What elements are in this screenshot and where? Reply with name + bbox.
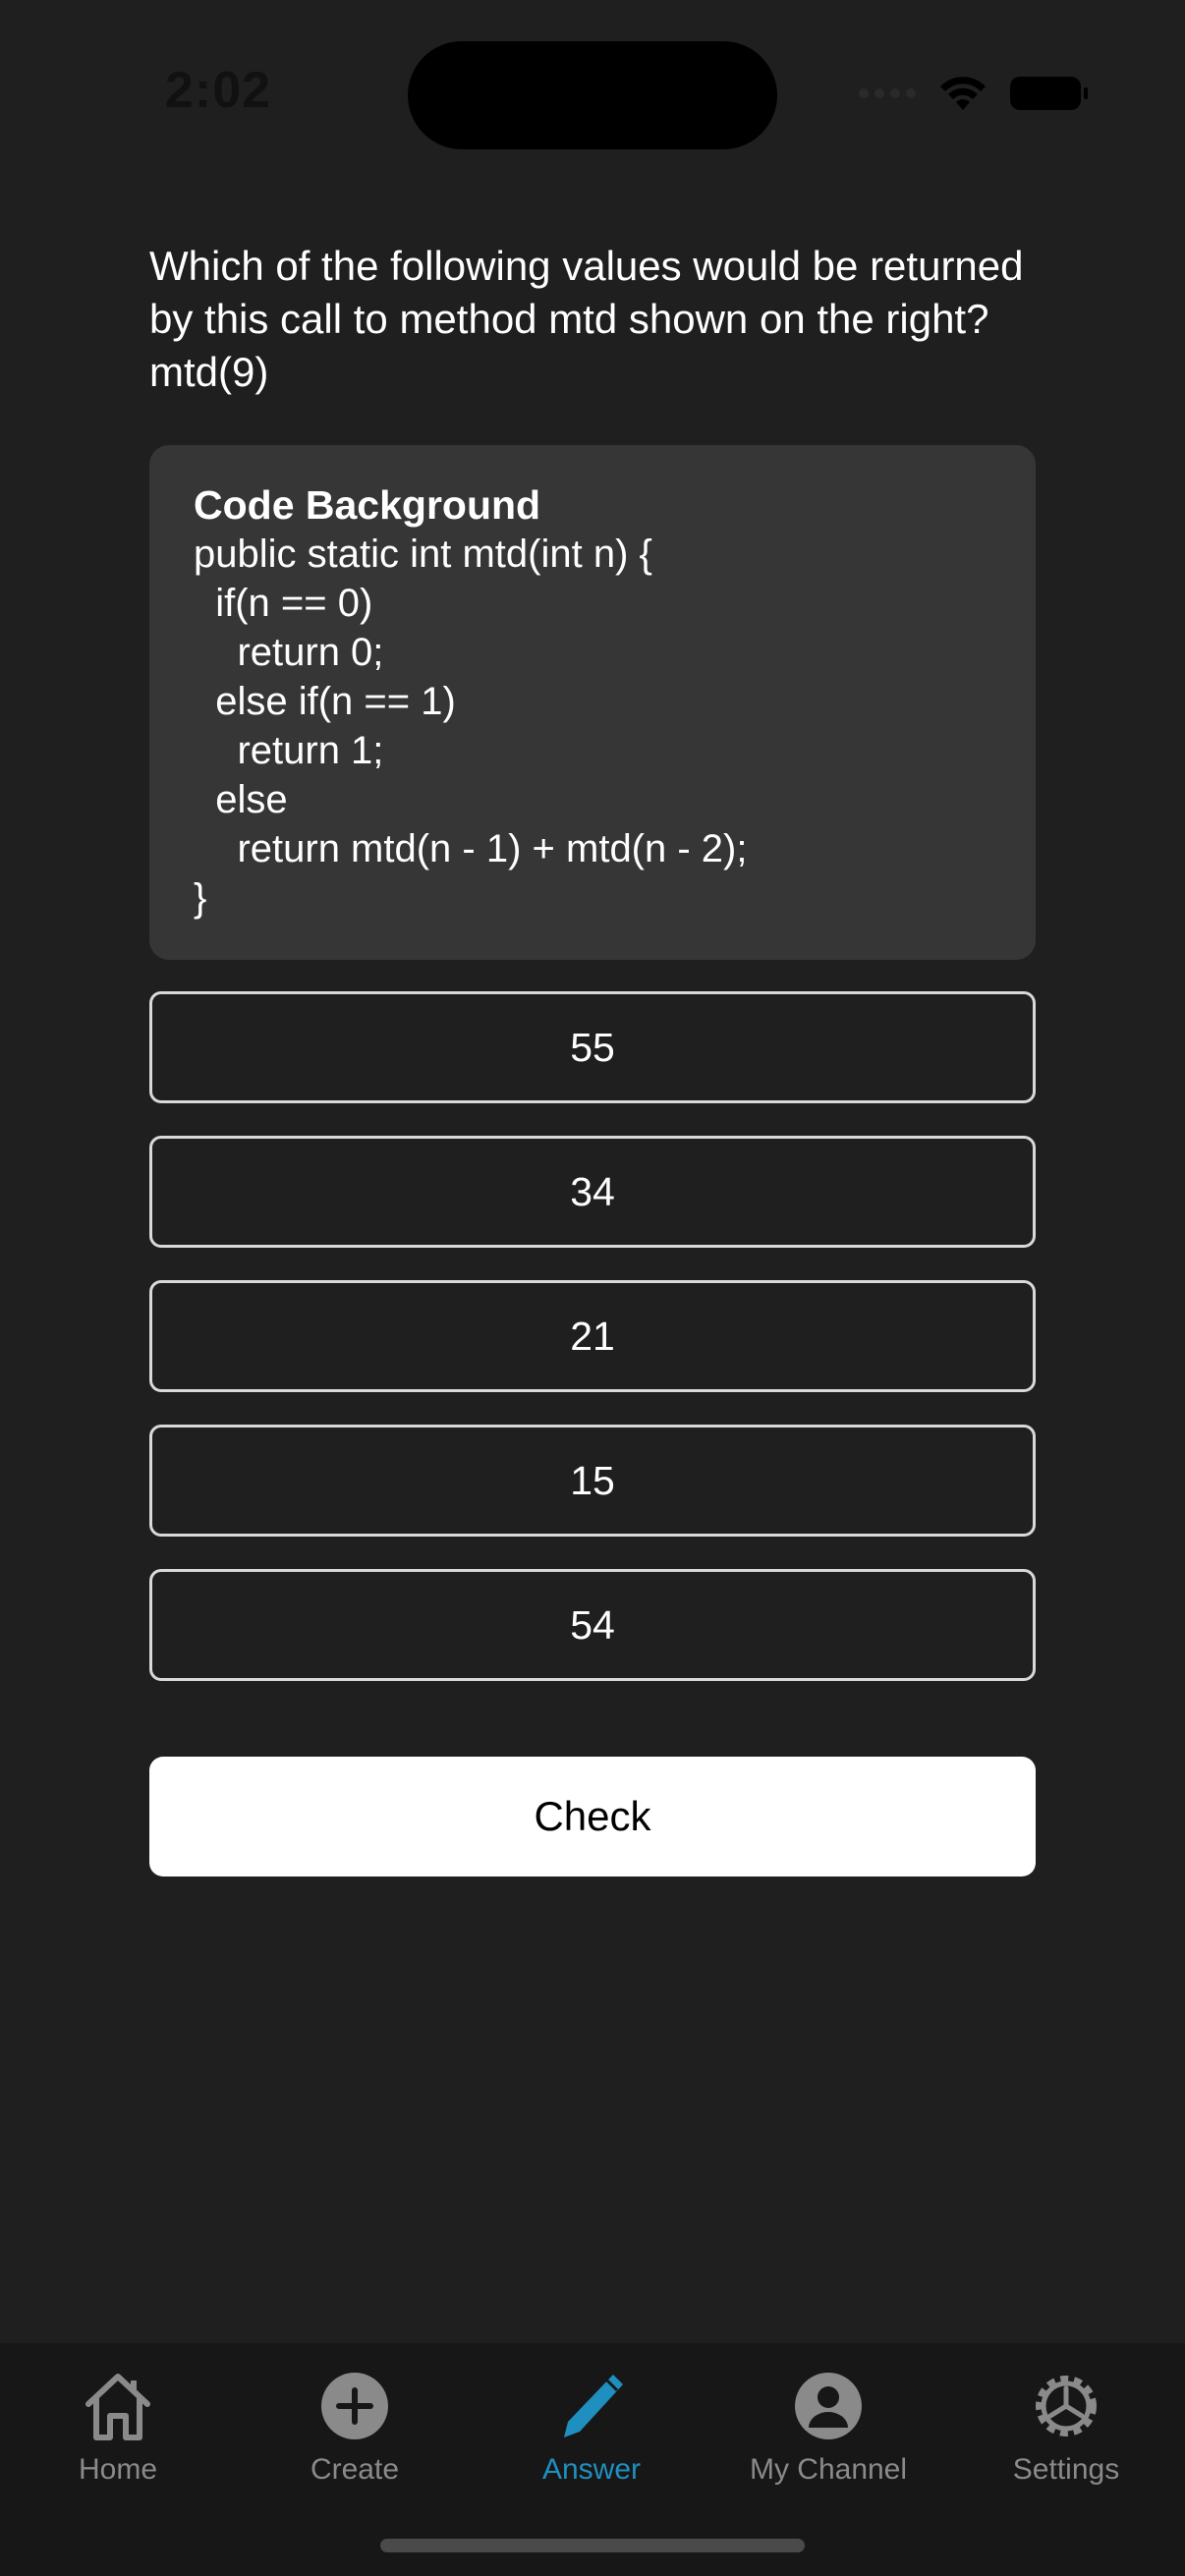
tab-label: Answer	[541, 2453, 642, 2486]
home-indicator	[380, 2539, 805, 2552]
tab-create[interactable]: Create	[256, 2367, 453, 2487]
tab-label: My Channel	[749, 2453, 908, 2486]
plus-circle-icon	[321, 2373, 388, 2439]
wifi-icon	[940, 77, 986, 110]
code-line: else	[194, 778, 288, 821]
tab-label: Settings	[1012, 2453, 1120, 2486]
home-icon	[85, 2374, 150, 2440]
tab-home[interactable]: Home	[20, 2367, 216, 2487]
app-screen: 2:02 Which of the following values would…	[0, 0, 1185, 2576]
answer-option-3[interactable]: 21	[149, 1280, 1036, 1392]
answer-option-5[interactable]: 54	[149, 1569, 1036, 1681]
tab-label: Home	[78, 2453, 158, 2486]
code-line: else if(n == 1)	[194, 680, 456, 723]
tab-label: Create	[310, 2453, 400, 2486]
code-background-title: Code Background	[194, 482, 541, 528]
code-background-panel: Code Background public static int mtd(in…	[149, 445, 1036, 960]
code-line: return 0;	[194, 631, 384, 674]
cellular-signal-icon	[859, 88, 916, 98]
status-time: 2:02	[165, 62, 272, 119]
check-button[interactable]: Check	[149, 1757, 1036, 1876]
dynamic-island	[408, 41, 777, 149]
code-line: return 1;	[194, 729, 384, 772]
answer-option-4[interactable]: 15	[149, 1425, 1036, 1537]
tab-answer[interactable]: Answer	[493, 2367, 690, 2487]
code-line: if(n == 0)	[194, 582, 373, 625]
answer-option-1[interactable]: 55	[149, 991, 1036, 1103]
pen-icon	[564, 2375, 623, 2437]
answer-options: 55 34 21 15 54	[149, 991, 1036, 1713]
tab-my-channel[interactable]: My Channel	[730, 2367, 927, 2487]
code-line: }	[194, 876, 207, 920]
gear-icon	[1036, 2376, 1097, 2436]
tab-settings[interactable]: Settings	[968, 2367, 1164, 2487]
code-line: public static int mtd(int n) {	[194, 532, 652, 576]
question-text: Which of the following values would be r…	[149, 243, 1024, 395]
status-icons	[859, 75, 1088, 112]
code-line: return mtd(n - 1) + mtd(n - 2);	[194, 827, 748, 870]
answer-option-2[interactable]: 34	[149, 1136, 1036, 1248]
person-circle-icon	[795, 2373, 862, 2439]
battery-icon	[1010, 77, 1088, 110]
